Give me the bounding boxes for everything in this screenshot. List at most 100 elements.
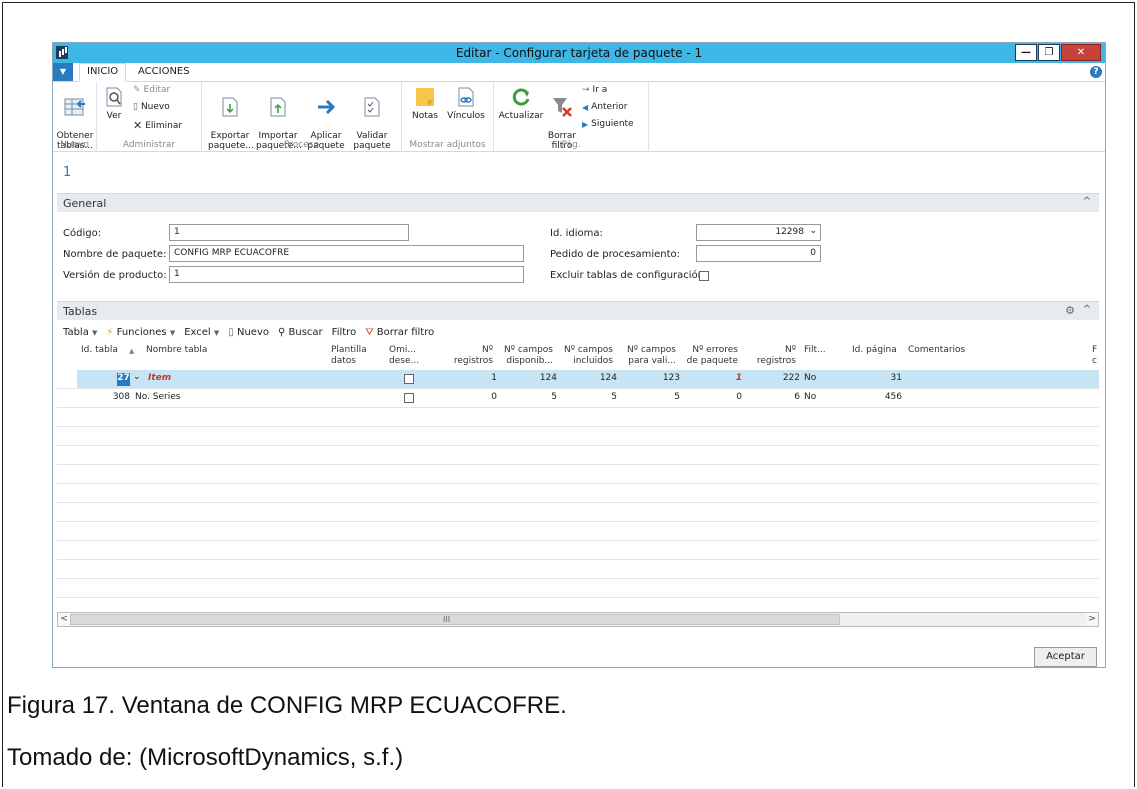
help-icon[interactable]: ? xyxy=(1090,66,1102,78)
col-campos-incluidos[interactable]: Nº campos incluidos xyxy=(555,345,613,367)
ira-button[interactable]: → Ir a xyxy=(582,85,607,95)
nuevo-button[interactable]: ▯ Nuevo xyxy=(133,102,170,112)
group-label-adjuntos: Mostrar adjuntos xyxy=(409,140,486,150)
col-truncated[interactable]: F c xyxy=(1092,345,1097,367)
excel-menu[interactable]: Excel ▼ xyxy=(184,327,219,338)
actualizar-button[interactable]: Actualizar xyxy=(498,86,544,121)
col-nombre-tabla[interactable]: Nombre tabla xyxy=(146,345,207,356)
col-errores-paquete[interactable]: Nº errores de paquete xyxy=(683,345,738,367)
col-campos-disponibles[interactable]: Nº campos disponib... xyxy=(495,345,553,367)
source-caption: Tomado de: (MicrosoftDynamics, s.f.) xyxy=(7,744,404,771)
campos-validar-cell: 123 xyxy=(662,373,680,383)
new-doc-icon: ▯ xyxy=(133,102,138,112)
errores-paquete-cell[interactable]: 1 xyxy=(702,373,742,383)
general-section-header[interactable]: General ^ xyxy=(57,193,1099,212)
excluir-tablas-checkbox[interactable] xyxy=(699,271,709,281)
campos-validar-cell: 5 xyxy=(674,392,680,402)
omitir-checkbox[interactable] xyxy=(404,393,414,403)
pedido-procesamiento-label: Pedido de procesamiento: xyxy=(550,249,681,260)
general-title: General xyxy=(63,197,107,210)
siguiente-label: Siguiente xyxy=(591,119,634,129)
tablas-toolbar: Tabla ▼ ⚡ Funciones ▼ Excel ▼ ▯ Nuevo ⚲ … xyxy=(63,327,434,338)
filtro-cell: No xyxy=(804,392,817,402)
window-title: Editar - Configurar tarjeta de paquete -… xyxy=(455,46,703,60)
close-button[interactable]: ✕ xyxy=(1061,44,1101,61)
nombre-paquete-label: Nombre de paquete: xyxy=(63,249,167,260)
figure-caption: Figura 17. Ventana de CONFIG MRP ECUACOF… xyxy=(7,692,567,719)
col-comentarios[interactable]: Comentarios xyxy=(908,345,965,356)
vinculos-button[interactable]: Vínculos xyxy=(446,86,486,121)
eliminar-button[interactable]: ✕ Eliminar xyxy=(133,119,182,132)
page-header: 1 xyxy=(63,165,72,180)
nuevo-linea-button[interactable]: ▯ Nuevo xyxy=(228,327,269,338)
collapse-icon[interactable]: ^ xyxy=(1083,196,1091,207)
scroll-left-icon[interactable]: < xyxy=(58,613,70,626)
nombre-tabla-cell: Item xyxy=(148,373,172,383)
horizontal-scrollbar[interactable]: < III > xyxy=(57,612,1099,627)
registros-cell: 0 xyxy=(491,392,497,402)
group-proceso: Exportar paquete... Importar paquete... … xyxy=(202,82,402,152)
ribbon-tabs: ▼ INICIO ACCIONES ? xyxy=(53,63,1105,82)
new-doc-icon: ▯ xyxy=(228,327,234,338)
anterior-button[interactable]: ◀ Anterior xyxy=(582,102,628,112)
chevron-down-icon[interactable]: ⌄ xyxy=(809,226,817,236)
borrar-filtro-button[interactable]: ⛛ Borrar filtro xyxy=(365,327,434,338)
settings-gear-icon[interactable]: ⚙ xyxy=(1065,304,1075,317)
nuevo-label: Nuevo xyxy=(140,102,170,112)
refresh-icon xyxy=(512,88,530,106)
col-id-pagina[interactable]: Id. página xyxy=(852,345,897,356)
menu-dropdown-button[interactable]: ▼ xyxy=(53,63,73,81)
tablas-title: Tablas xyxy=(63,305,98,318)
excluir-tablas-label: Excluir tablas de configuración: xyxy=(550,270,708,281)
editar-button[interactable]: ✎ Editar xyxy=(133,85,170,95)
triangle-left-icon: ◀ xyxy=(582,102,589,112)
funciones-menu[interactable]: ⚡ Funciones ▼ xyxy=(106,327,175,338)
col-plantilla-datos[interactable]: Plantilla datos xyxy=(331,345,367,367)
tablas-section-header[interactable]: Tablas ⚙ ^ xyxy=(57,301,1099,320)
chevron-down-icon[interactable]: ⌄ xyxy=(133,372,141,382)
omitir-checkbox[interactable] xyxy=(404,374,414,384)
buscar-button[interactable]: ⚲ Buscar xyxy=(278,327,323,338)
collapse-icon[interactable]: ^ xyxy=(1083,304,1091,315)
col-omitir[interactable]: Omi... dese... xyxy=(389,345,419,367)
col-id-tabla[interactable]: Id. tabla xyxy=(81,345,118,356)
tab-acciones[interactable]: ACCIONES xyxy=(138,66,190,77)
col-campos-validar[interactable]: Nº campos para vali... xyxy=(618,345,676,367)
id-tabla-cell[interactable]: 27 xyxy=(117,373,130,386)
version-producto-field[interactable]: 1 xyxy=(169,266,524,283)
group-administrar: Ver ✎ Editar ▯ Nuevo ✕ Eliminar Administrar xyxy=(97,82,202,152)
table-import-icon xyxy=(64,98,85,116)
app-window: Editar - Configurar tarjeta de paquete -… xyxy=(52,42,1106,668)
clear-filter-icon xyxy=(553,98,572,117)
vinculos-label: Vínculos xyxy=(447,111,485,121)
ver-button[interactable]: Ver xyxy=(101,86,127,121)
scrollbar-thumb[interactable]: III xyxy=(70,614,840,625)
pedido-procesamiento-field[interactable]: 0 xyxy=(696,245,821,262)
tabla-menu[interactable]: Tabla ▼ xyxy=(63,327,97,338)
nombre-paquete-field[interactable]: CONFIG MRP ECUACOFRE xyxy=(169,245,524,262)
tab-inicio[interactable]: INICIO xyxy=(79,63,127,82)
ver-label: Ver xyxy=(106,111,122,121)
id-idioma-field[interactable]: 12298 ⌄ xyxy=(696,224,821,241)
campos-disponibles-cell: 5 xyxy=(551,392,557,402)
aceptar-button[interactable]: Aceptar xyxy=(1034,647,1097,667)
arrow-right-icon: → xyxy=(582,85,590,95)
scroll-right-icon[interactable]: > xyxy=(1086,613,1098,626)
group-label-pag: Pág. xyxy=(561,140,581,150)
version-producto-label: Versión de producto: xyxy=(63,270,167,281)
codigo-label: Código: xyxy=(63,228,102,239)
group-label-nuevo: Nuevo xyxy=(60,140,89,150)
notas-button[interactable]: Notas xyxy=(410,86,440,121)
restore-button[interactable]: ❐ xyxy=(1038,44,1060,61)
col-filtro[interactable]: Filt... xyxy=(804,345,826,356)
group-label-proceso: Proceso xyxy=(284,140,319,150)
siguiente-button[interactable]: ▶ Siguiente xyxy=(582,119,634,129)
apply-arrow-icon xyxy=(318,99,336,115)
filtro-button[interactable]: Filtro xyxy=(332,327,357,338)
minimize-button[interactable]: — xyxy=(1015,44,1037,61)
eliminar-label: Eliminar xyxy=(145,120,183,131)
lightning-icon: ⚡ xyxy=(106,327,114,338)
codigo-field[interactable]: 1 xyxy=(169,224,409,241)
id-idioma-label: Id. idioma: xyxy=(550,228,603,239)
actualizar-label: Actualizar xyxy=(498,111,544,121)
